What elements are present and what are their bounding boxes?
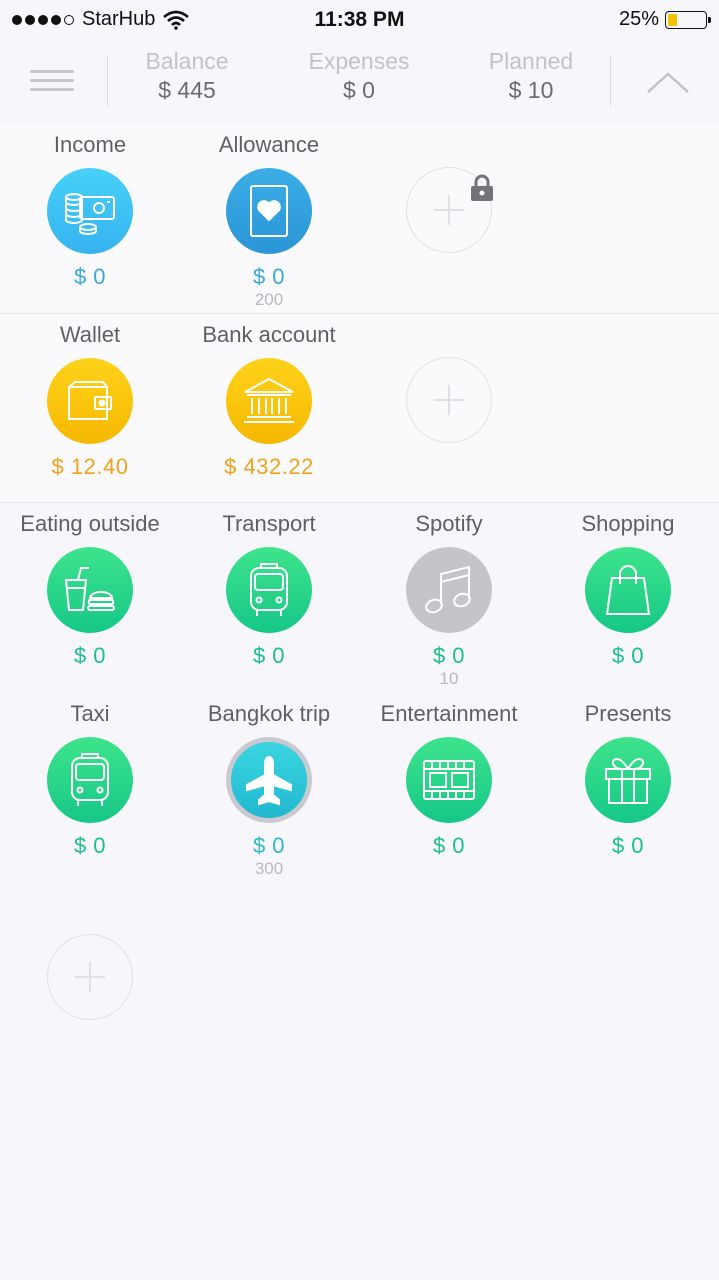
planned-summary[interactable]: Planned $ 10: [456, 48, 606, 104]
cup-burger-icon[interactable]: [47, 547, 133, 633]
accounts-section: Wallet $ 12.40 Bank account $ 432.22: [0, 314, 719, 503]
chevron-up-icon[interactable]: [644, 68, 692, 96]
bank-icon[interactable]: [226, 358, 312, 444]
bus-icon[interactable]: [47, 737, 133, 823]
item-name: Taxi: [70, 701, 110, 726]
coins-banknote-icon[interactable]: [47, 168, 133, 254]
item-name: Bank account: [202, 322, 336, 347]
item-amount: $ 0: [611, 643, 645, 668]
film-icon[interactable]: [406, 737, 492, 823]
expense-item-spotify[interactable]: Spotify $ 0 10: [359, 511, 539, 689]
balance-value: $ 445: [158, 77, 216, 103]
expense-item-eating-outside[interactable]: Eating outside $ 0: [0, 511, 180, 669]
income-item-allowance[interactable]: Allowance $ 0 200: [179, 132, 359, 310]
plus-icon: [434, 385, 464, 415]
expense-item-presents[interactable]: Presents $ 0: [538, 701, 718, 859]
gift-icon[interactable]: [585, 737, 671, 823]
account-item-bank[interactable]: Bank account $ 432.22: [179, 322, 359, 480]
income-section: Income $ 0 Allowance $ 0 200: [0, 124, 719, 314]
divider: [610, 56, 611, 106]
divider: [107, 56, 108, 106]
item-amount: $ 0: [252, 833, 286, 858]
account-item-wallet[interactable]: Wallet $ 12.40: [0, 322, 180, 480]
expenses-value: $ 0: [343, 77, 375, 103]
item-name: Shopping: [581, 511, 675, 536]
expense-item-entertainment[interactable]: Entertainment $ 0: [359, 701, 539, 859]
battery-status: 25%: [618, 8, 711, 31]
summary-header: Balance $ 445 Expenses $ 0 Planned $ 10: [0, 40, 719, 125]
wallet-icon[interactable]: [47, 358, 133, 444]
add-account-cell[interactable]: [359, 322, 539, 443]
add-expense-cell[interactable]: [0, 924, 180, 1020]
item-name: Wallet: [59, 322, 121, 347]
item-name: Presents: [584, 701, 672, 726]
item-planned: 300: [254, 859, 284, 878]
item-amount: $ 12.40: [51, 454, 129, 479]
expense-item-shopping[interactable]: Shopping $ 0: [538, 511, 718, 669]
item-amount: $ 0: [432, 643, 466, 668]
lock-icon: [471, 174, 493, 201]
planned-value: $ 10: [508, 77, 554, 103]
expense-item-bangkok-trip[interactable]: Bangkok trip $ 0 300: [179, 701, 359, 879]
plus-icon: [75, 962, 105, 992]
battery-percent: 25%: [618, 8, 659, 30]
music-note-icon[interactable]: [406, 547, 492, 633]
add-account-button[interactable]: [406, 357, 492, 443]
menu-icon[interactable]: [30, 70, 74, 94]
card-heart-icon[interactable]: [226, 168, 312, 254]
item-planned: 200: [254, 290, 284, 309]
item-amount: $ 432.22: [224, 454, 314, 479]
add-income-cell[interactable]: [359, 132, 539, 253]
balance-label: Balance: [145, 48, 229, 74]
item-name: Entertainment: [380, 701, 518, 726]
item-amount: $ 0: [611, 833, 645, 858]
income-item-income[interactable]: Income $ 0: [0, 132, 180, 290]
item-name: Transport: [222, 511, 316, 536]
expense-item-transport[interactable]: Transport $ 0: [179, 511, 359, 669]
plus-icon: [434, 195, 464, 225]
item-amount: $ 0: [252, 264, 286, 289]
item-amount: $ 0: [73, 264, 107, 289]
item-name: Allowance: [218, 132, 320, 157]
item-amount: $ 0: [73, 643, 107, 668]
bus-icon[interactable]: [226, 547, 312, 633]
planned-label: Planned: [488, 48, 574, 74]
item-name: Spotify: [415, 511, 483, 536]
battery-icon: [665, 10, 711, 29]
item-planned: 10: [439, 669, 459, 688]
item-name: Bangkok trip: [207, 701, 331, 726]
clock: 11:38 PM: [314, 8, 405, 31]
expenses-summary[interactable]: Expenses $ 0: [284, 48, 434, 104]
item-amount: $ 0: [73, 833, 107, 858]
item-name: Income: [53, 132, 127, 157]
status-bar: StarHub 11:38 PM 25%: [0, 0, 719, 40]
shopping-bag-icon[interactable]: [585, 547, 671, 633]
item-amount: $ 0: [252, 643, 286, 668]
item-amount: $ 0: [432, 833, 466, 858]
expense-item-taxi[interactable]: Taxi $ 0: [0, 701, 180, 859]
balance-summary[interactable]: Balance $ 445: [112, 48, 262, 104]
expenses-label: Expenses: [308, 48, 410, 74]
add-expense-button[interactable]: [47, 934, 133, 1020]
airplane-icon[interactable]: [226, 737, 312, 823]
item-name: Eating outside: [20, 511, 160, 536]
